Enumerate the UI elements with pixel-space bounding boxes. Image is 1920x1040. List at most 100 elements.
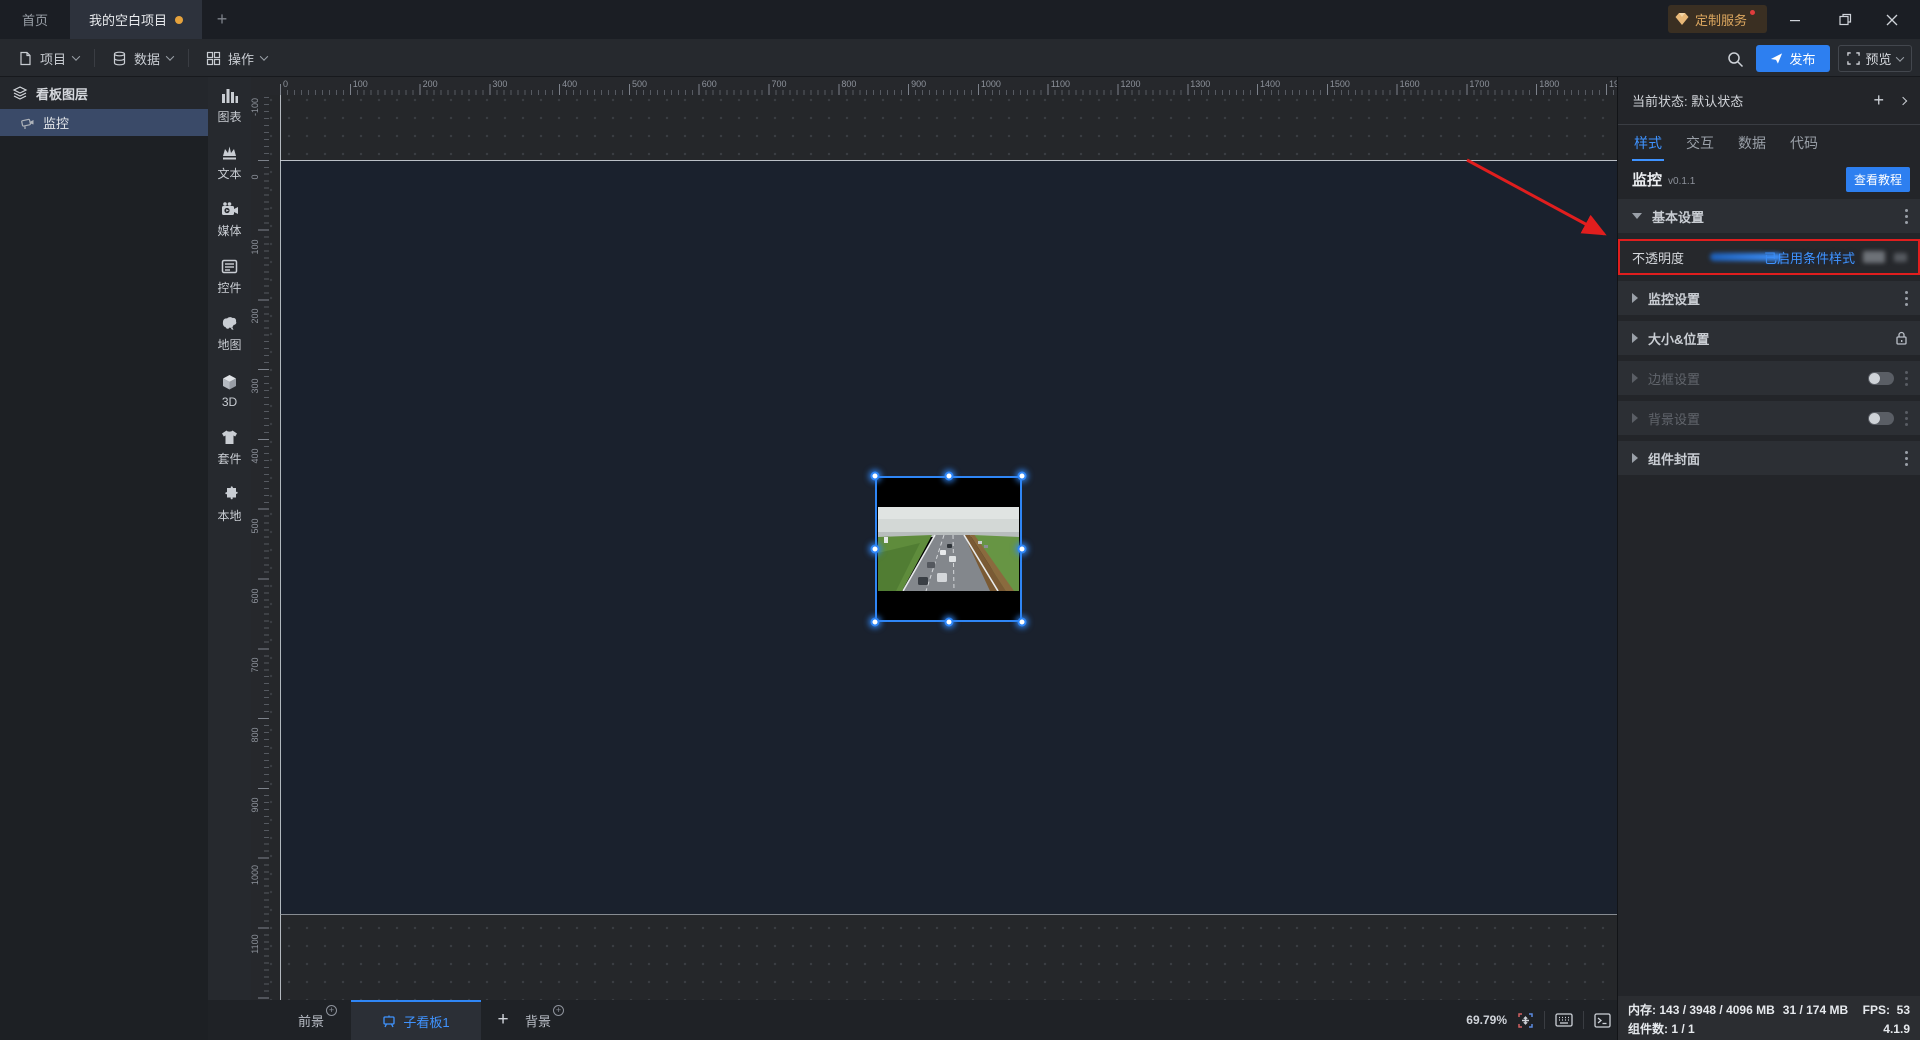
terminal-icon[interactable]	[1594, 1013, 1611, 1028]
state-row: 当前状态: 默认状态 +	[1618, 77, 1920, 125]
menu-data[interactable]: 数据	[112, 39, 173, 77]
section-size-position[interactable]: 大小&位置	[1618, 321, 1920, 355]
add-background-board-icon[interactable]: +	[553, 1005, 564, 1016]
component-name: 监控	[1632, 169, 1662, 190]
kebab-menu-icon[interactable]	[1904, 451, 1908, 466]
search-button[interactable]	[1722, 46, 1748, 72]
preview-button[interactable]: 预览	[1838, 45, 1912, 72]
background-group[interactable]: 背景 +	[525, 1011, 564, 1030]
kebab-menu-icon[interactable]	[1904, 411, 1908, 426]
tab-interaction[interactable]: 交互	[1686, 133, 1714, 161]
window-restore-button[interactable]	[1823, 0, 1867, 39]
memory-line: 内存: 143 / 3948 / 4096 MB 31 / 174 MB FPS…	[1628, 1000, 1910, 1019]
add-foreground-board-icon[interactable]: +	[326, 1005, 337, 1016]
h-ruler-label: 1500	[1330, 79, 1350, 89]
board-tab-label: 子看板1	[403, 1012, 449, 1031]
zoom-level[interactable]: 69.79%	[1466, 1013, 1507, 1027]
notification-dot-icon	[1750, 10, 1755, 15]
background-toggle-off[interactable]	[1868, 412, 1894, 425]
foreground-group[interactable]: 前景 +	[298, 1011, 337, 1030]
view-tutorial-button[interactable]: 查看教程	[1846, 167, 1910, 192]
resize-handle-bottom-center[interactable]	[944, 618, 953, 627]
tab-code[interactable]: 代码	[1790, 133, 1818, 161]
toolbox-item-label: 控件	[217, 279, 241, 296]
lock-icon[interactable]	[1895, 331, 1908, 345]
board-tab-sub1[interactable]: 子看板1	[351, 1000, 481, 1040]
keyboard-icon[interactable]	[1555, 1013, 1573, 1027]
kebab-menu-icon[interactable]	[1904, 291, 1908, 306]
menu-project[interactable]: 项目	[18, 39, 79, 77]
design-canvas[interactable]	[251, 77, 1617, 1000]
unsaved-dot-icon	[175, 16, 183, 24]
restore-icon	[1839, 13, 1852, 26]
toolbox-item-widgets[interactable]: 控件	[208, 248, 251, 305]
current-state-label: 当前状态: 默认状态	[1632, 91, 1743, 110]
monitor-component[interactable]	[875, 476, 1022, 622]
custom-service-button[interactable]: 定制服务	[1668, 5, 1767, 33]
chevron-right-icon[interactable]	[1899, 96, 1907, 104]
add-state-button[interactable]: +	[1873, 90, 1884, 111]
toolbox-item-charts[interactable]: 图表	[208, 77, 251, 134]
foreground-label: 前景	[298, 1011, 324, 1030]
add-board-button[interactable]: +	[481, 1009, 525, 1031]
menu-project-label: 项目	[40, 49, 66, 68]
chevron-down-icon	[166, 52, 174, 60]
toolbox-item-text[interactable]: 文本	[208, 134, 251, 191]
toolbox-item-local[interactable]: 本地	[208, 476, 251, 533]
section-background-settings[interactable]: 背景设置	[1618, 401, 1920, 435]
resize-handle-top-left[interactable]	[871, 472, 880, 481]
section-component-cover[interactable]: 组件封面	[1618, 441, 1920, 475]
toolbox-item-map[interactable]: 地图	[208, 305, 251, 362]
layer-item-monitor[interactable]: 监控	[0, 109, 208, 136]
titlebar: 首页 我的空白项目 + 定制服务	[0, 0, 1920, 39]
resize-handle-bottom-left[interactable]	[871, 618, 880, 627]
opacity-value-field[interactable]	[1863, 251, 1885, 263]
resize-handle-middle-left[interactable]	[871, 545, 880, 554]
component-version: v0.1.1	[1668, 176, 1695, 187]
tab-project[interactable]: 我的空白项目	[70, 0, 202, 39]
publish-label: 发布	[1789, 49, 1815, 68]
window-close-button[interactable]	[1870, 0, 1914, 39]
background-label: 背景	[525, 1011, 551, 1030]
database-icon	[112, 51, 127, 66]
toolbox-item-label: 套件	[217, 450, 241, 467]
window-minimize-button[interactable]	[1773, 0, 1817, 39]
h-ruler-label: 1400	[1260, 79, 1280, 89]
section-basic-settings[interactable]: 基本设置	[1618, 199, 1920, 233]
v-ruler-label: 900	[251, 789, 260, 821]
opacity-setting-row[interactable]: 不透明度 已启用条件样式	[1618, 239, 1920, 275]
tab-home[interactable]: 首页	[0, 0, 70, 39]
grid-icon	[206, 51, 221, 66]
section-border-settings[interactable]: 边框设置	[1618, 361, 1920, 395]
menu-divider	[188, 49, 189, 67]
fullscreen-brackets-icon	[1847, 52, 1860, 65]
new-tab-button[interactable]: +	[204, 0, 240, 39]
resize-handle-top-center[interactable]	[944, 472, 953, 481]
opacity-slider[interactable]	[1710, 253, 1782, 261]
file-icon	[18, 51, 33, 66]
resize-handle-middle-right[interactable]	[1018, 545, 1027, 554]
preview-label: 预览	[1865, 49, 1891, 68]
h-ruler-label: 1700	[1469, 79, 1489, 89]
kebab-menu-icon[interactable]	[1904, 209, 1908, 224]
widget-icon	[220, 257, 239, 276]
memory-label: 内存:	[1628, 1001, 1656, 1018]
publish-button[interactable]: 发布	[1756, 45, 1830, 72]
layer-item-label: 监控	[43, 113, 69, 132]
v-ruler-label: 100	[251, 231, 260, 263]
tab-data[interactable]: 数据	[1738, 133, 1766, 161]
opacity-unit	[1894, 253, 1907, 262]
section-monitor-settings[interactable]: 监控设置	[1618, 281, 1920, 315]
kebab-menu-icon[interactable]	[1904, 371, 1908, 386]
fit-screen-icon[interactable]	[1517, 1012, 1534, 1029]
toolbox-item-media[interactable]: 媒体	[208, 191, 251, 248]
menu-operations[interactable]: 操作	[206, 39, 267, 77]
border-toggle-off[interactable]	[1868, 372, 1894, 385]
resize-handle-bottom-right[interactable]	[1018, 618, 1027, 627]
toolbox-item-kits[interactable]: 套件	[208, 419, 251, 476]
toolbox-item-3d[interactable]: 3D	[208, 362, 251, 419]
toolbox-item-label: 本地	[217, 507, 241, 524]
tab-style[interactable]: 样式	[1634, 133, 1662, 161]
artboard-bottom-edge	[280, 914, 1617, 915]
resize-handle-top-right[interactable]	[1018, 472, 1027, 481]
